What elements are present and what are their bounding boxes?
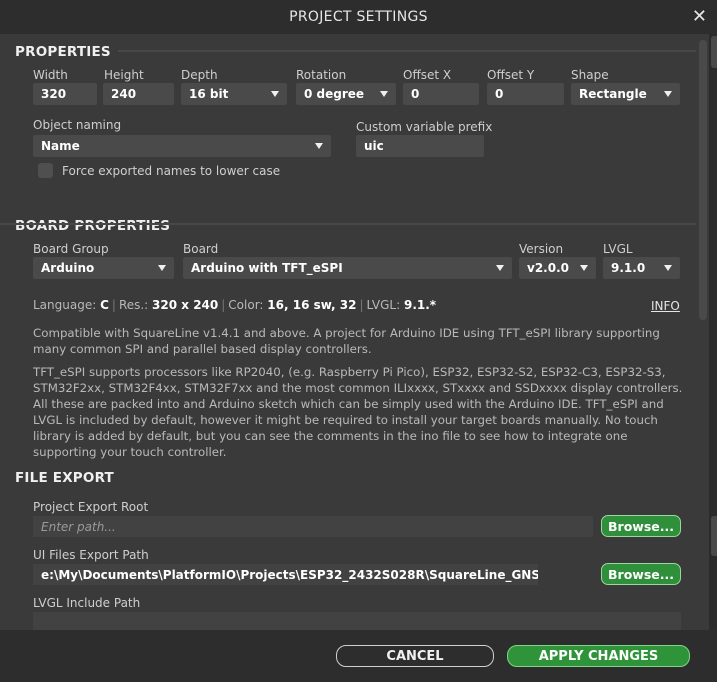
board-description-1: Compatible with SquareLine v1.4.1 and ab… — [33, 326, 660, 356]
close-icon[interactable]: ✕ — [692, 6, 707, 27]
ui-export-browse-button[interactable]: Browse... — [601, 563, 681, 585]
properties-heading: PROPERTIES — [15, 44, 111, 60]
height-label: Height — [104, 68, 144, 82]
export-root-label: Project Export Root — [33, 500, 149, 514]
offset-y-input[interactable]: 0 — [487, 83, 564, 105]
board-group-label: Board Group — [33, 242, 109, 256]
lvgl-label: LVGL — [603, 242, 633, 256]
ui-export-path-label: UI Files Export Path — [33, 548, 149, 562]
height-input[interactable]: 240 — [103, 83, 174, 105]
rotation-label: Rotation — [296, 68, 347, 82]
lvgl-include-path-label: LVGL Include Path — [33, 596, 141, 610]
depth-label: Depth — [181, 68, 218, 82]
object-naming-label: Object naming — [33, 118, 122, 132]
shape-select[interactable]: Rectangle — [571, 83, 680, 105]
version-label: Version — [519, 242, 564, 256]
rotation-select[interactable]: 0 degree — [296, 83, 396, 105]
offset-y-label: Offset Y — [487, 68, 535, 82]
board-select[interactable]: Arduino with TFT_eSPI — [183, 257, 512, 279]
board-group-select[interactable]: Arduino — [33, 257, 174, 279]
ui-export-path-input[interactable]: e:\My\Documents\PlatformIO\Projects\ESP3… — [33, 564, 538, 585]
board-label: Board — [183, 242, 219, 256]
width-input[interactable]: 320 — [33, 83, 97, 105]
file-export-heading: FILE EXPORT — [15, 470, 114, 486]
offset-x-label: Offset X — [403, 68, 452, 82]
scroll-edge-nub — [711, 36, 717, 68]
width-label: Width — [33, 68, 68, 82]
variable-prefix-input[interactable]: uic — [356, 135, 484, 157]
export-root-browse-button[interactable]: Browse... — [601, 515, 681, 537]
apply-changes-button[interactable]: APPLY CHANGES — [507, 645, 690, 667]
lowercase-names-label: Force exported names to lower case — [62, 164, 281, 178]
scroll-edge-nub — [711, 516, 717, 556]
board-properties-heading: BOARD PROPERTIES — [15, 218, 171, 234]
properties-divider — [118, 50, 696, 52]
shape-label: Shape — [571, 68, 609, 82]
version-select[interactable]: v2.0.0 — [519, 257, 596, 279]
object-naming-select[interactable]: Name — [33, 135, 331, 157]
info-link[interactable]: INFO — [651, 299, 680, 313]
lvgl-include-path-input[interactable] — [33, 612, 681, 630]
dialog-titlebar: PROJECT SETTINGS ✕ — [0, 0, 717, 34]
board-description-2: TFT_eSPI supports processors like RP2040… — [33, 365, 683, 459]
board-divider — [0, 223, 696, 225]
lowercase-names-checkbox[interactable] — [38, 163, 53, 178]
offset-x-input[interactable]: 0 — [403, 83, 479, 105]
export-root-input[interactable]: Enter path... — [33, 516, 593, 537]
lvgl-select[interactable]: 9.1.0 — [603, 257, 680, 279]
dialog-title: PROJECT SETTINGS — [289, 9, 428, 25]
variable-prefix-label: Custom variable prefix — [356, 120, 493, 134]
board-info-line: Language: C | Res.: 320 x 240 | Color: 16, 1… — [33, 298, 437, 312]
depth-select[interactable]: 16 bit — [181, 83, 287, 105]
scrollbar-thumb[interactable] — [699, 40, 707, 320]
cancel-button[interactable]: CANCEL — [336, 645, 494, 667]
